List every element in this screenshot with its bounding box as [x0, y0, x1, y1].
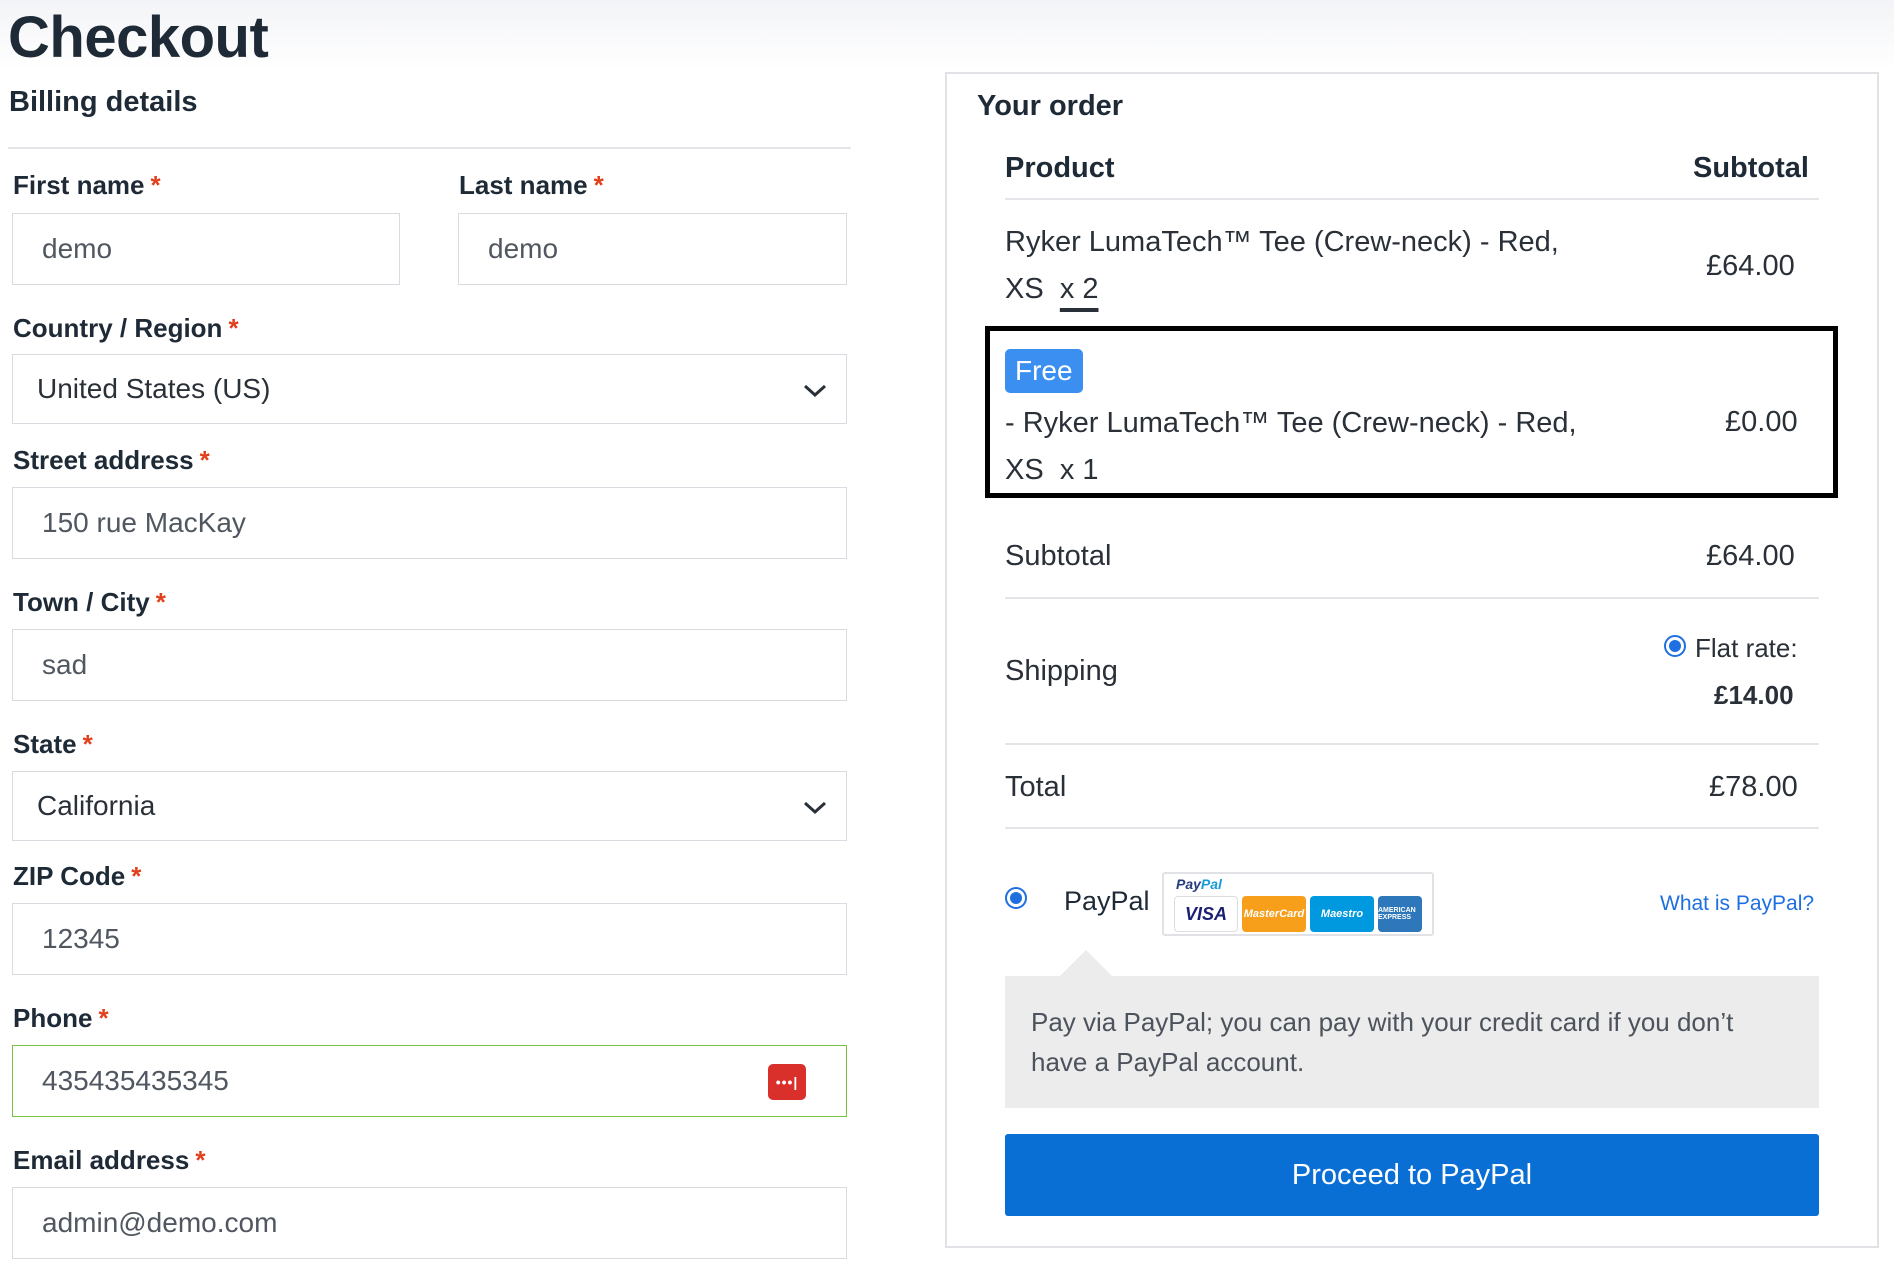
what-is-paypal-link[interactable]: What is PayPal? [1660, 892, 1814, 916]
item-price: £0.00 [1725, 406, 1798, 438]
free-badge: Free [1005, 349, 1083, 393]
mastercard-icon: MasterCard [1242, 896, 1306, 932]
divider [1005, 743, 1819, 745]
zip-label: ZIP Code * [13, 861, 142, 891]
street-label: Street address * [13, 445, 210, 475]
visa-card-icon: VISA [1174, 896, 1238, 932]
paypal-card-logos: PayPal VISA MasterCard Maestro AMERICAN … [1162, 872, 1434, 936]
last-name-label: Last name * [459, 170, 604, 200]
phone-field[interactable]: 435435435345 •••| [12, 1045, 847, 1117]
payment-description-arrow [1060, 950, 1112, 976]
phone-label: Phone * [13, 1003, 109, 1033]
order-heading: Your order [977, 90, 1124, 122]
password-manager-icon[interactable]: •••| [768, 1064, 806, 1100]
chevron-down-icon [803, 384, 827, 398]
first-name-field[interactable]: demo [12, 213, 400, 285]
state-label: State * [13, 729, 93, 759]
order-item: Ryker LumaTech™ Tee (Crew-neck) - Red, X… [1005, 219, 1595, 313]
proceed-to-paypal-button[interactable]: Proceed to PayPal [1005, 1134, 1819, 1216]
street-field[interactable]: 150 rue MacKay [12, 487, 847, 559]
amex-icon: AMERICAN EXPRESS [1378, 896, 1422, 932]
divider [1005, 827, 1819, 829]
total-label: Total [1005, 771, 1067, 803]
maestro-icon: Maestro [1310, 896, 1374, 932]
first-name-label: First name * [13, 170, 161, 200]
city-label: Town / City * [13, 587, 166, 617]
billing-divider [8, 147, 851, 149]
country-label: Country / Region * [13, 313, 239, 343]
item-name-line2: XS [1005, 454, 1044, 486]
item-quantity: x 1 [1059, 454, 1099, 486]
state-select[interactable]: California [12, 771, 847, 841]
paypal-label[interactable]: PayPal [1064, 886, 1150, 917]
shipping-radio[interactable] [1664, 635, 1686, 657]
page-title: Checkout [8, 5, 269, 70]
subtotal-label: Subtotal [1005, 540, 1112, 572]
shipping-value: £14.00 [1714, 680, 1794, 710]
city-field[interactable]: sad [12, 629, 847, 701]
total-value: £78.00 [1709, 771, 1798, 803]
divider [1005, 198, 1819, 200]
product-column-header: Product [1005, 152, 1115, 184]
paypal-radio[interactable] [1005, 887, 1027, 909]
shipping-label: Shipping [1005, 655, 1118, 687]
billing-heading: Billing details [9, 86, 198, 118]
divider [1005, 597, 1819, 599]
item-name-line1: Ryker LumaTech™ Tee (Crew-neck) - Red, [1005, 226, 1559, 258]
order-item: - Ryker LumaTech™ Tee (Crew-neck) - Red,… [1005, 400, 1595, 494]
payment-description: Pay via PayPal; you can pay with your cr… [1005, 976, 1819, 1108]
item-price: £64.00 [1706, 250, 1795, 282]
email-field[interactable]: admin@demo.com [12, 1187, 847, 1259]
item-quantity: x 2 [1059, 273, 1099, 305]
shipping-method: Flat rate: [1695, 633, 1798, 663]
subtotal-column-header: Subtotal [1693, 152, 1809, 184]
item-name-line2: XS [1005, 273, 1044, 305]
email-label: Email address * [13, 1145, 206, 1175]
country-select[interactable]: United States (US) [12, 354, 847, 424]
chevron-down-icon [803, 801, 827, 815]
last-name-field[interactable]: demo [458, 213, 847, 285]
subtotal-value: £64.00 [1706, 540, 1795, 572]
item-name-line1: - Ryker LumaTech™ Tee (Crew-neck) - Red, [1005, 407, 1577, 439]
zip-field[interactable]: 12345 [12, 903, 847, 975]
paypal-logo: PayPal [1176, 876, 1222, 892]
